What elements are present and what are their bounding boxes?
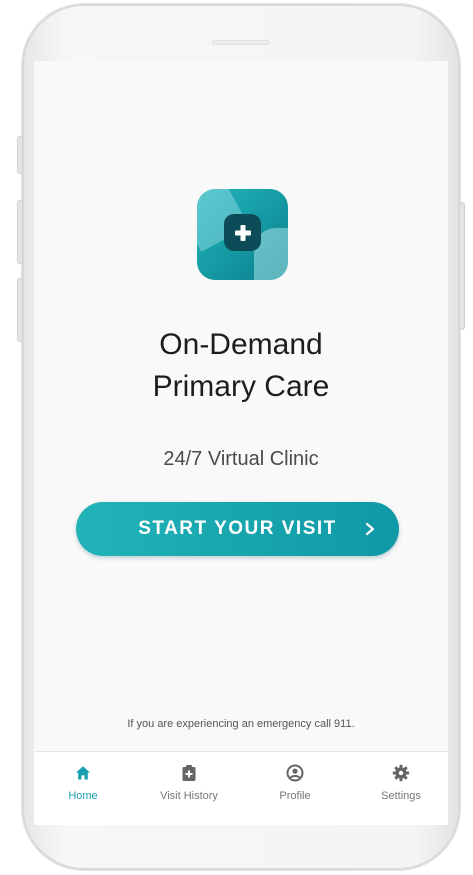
tab-home-label: Home [68, 790, 98, 802]
bottom-tab-bar: Home Visit History Profile Settings [34, 751, 448, 825]
clipboard-plus-icon [180, 764, 198, 782]
tab-visit-history[interactable]: Visit History [144, 764, 234, 818]
tab-home[interactable]: Home [38, 764, 128, 818]
tab-settings-label: Settings [381, 790, 421, 802]
tab-settings[interactable]: Settings [356, 764, 446, 818]
start-visit-button[interactable]: START YOUR VISIT [76, 502, 399, 556]
earpiece-speaker [212, 40, 270, 45]
title-line-1: On-Demand [159, 328, 323, 361]
phone-screen: On-Demand Primary Care 24/7 Virtual Clin… [34, 61, 448, 825]
volume-down-button [17, 278, 23, 342]
page-title: On-Demand Primary Care [34, 324, 448, 408]
phone-frame: On-Demand Primary Care 24/7 Virtual Clin… [17, 4, 465, 870]
volume-up-button [17, 200, 23, 264]
power-button [459, 202, 465, 330]
home-screen: On-Demand Primary Care 24/7 Virtual Clin… [34, 61, 448, 751]
gear-icon [392, 764, 410, 782]
user-circle-icon [286, 764, 304, 782]
page-subtitle: 24/7 Virtual Clinic [163, 448, 319, 470]
home-icon [74, 764, 92, 782]
mute-switch [17, 136, 23, 174]
chevron-right-icon [358, 517, 382, 541]
title-line-2: Primary Care [152, 370, 330, 403]
emergency-notice: If you are experiencing an emergency cal… [127, 718, 355, 730]
plus-icon [224, 214, 261, 251]
start-visit-label: START YOUR VISIT [138, 518, 337, 539]
tab-visit-history-label: Visit History [160, 790, 218, 802]
tab-profile[interactable]: Profile [250, 764, 340, 818]
medical-plus-app-icon [197, 189, 288, 280]
tab-profile-label: Profile [279, 790, 311, 802]
